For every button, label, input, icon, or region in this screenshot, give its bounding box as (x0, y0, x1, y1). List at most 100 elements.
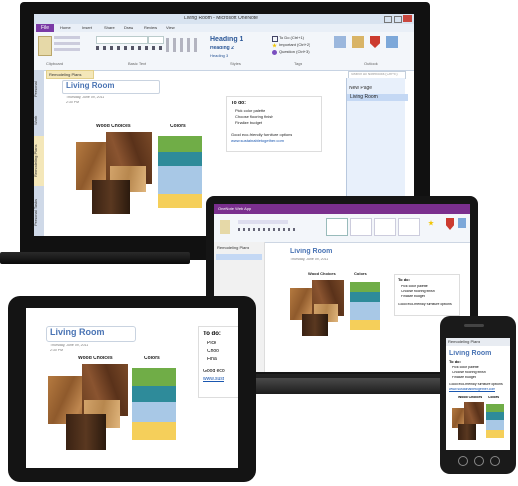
style-heading2[interactable]: Heading 2 (210, 46, 234, 51)
color-swatch-blue (158, 166, 202, 194)
maximize-icon[interactable] (394, 16, 402, 23)
todo-item[interactable]: Finalize budget (235, 121, 262, 125)
star-icon[interactable] (428, 220, 434, 226)
section-tab-remodeling[interactable]: Remodeling Plans (46, 70, 94, 79)
todo-note[interactable]: To do: Pick color palette Choose floorin… (394, 274, 460, 316)
back-button-icon[interactable] (458, 456, 468, 466)
search-icon[interactable] (490, 456, 500, 466)
wood-choices-label: Wood Choices (78, 356, 113, 361)
color-swatch-green (158, 136, 202, 152)
phone-onenote-view: Remodeling Plans Living Room To do: Pick… (446, 338, 510, 450)
outlook-tasks-icon[interactable] (370, 36, 380, 48)
phone-notebook-name[interactable]: Remodeling Plans (448, 340, 480, 344)
nav-remodeling-plans[interactable]: Remodeling Plans (34, 136, 44, 186)
tab-share[interactable]: Share (104, 26, 115, 30)
todo-item[interactable]: Choo (207, 349, 219, 354)
todo-item[interactable]: Choose flooring finish (235, 115, 273, 119)
tab-review[interactable]: Review (144, 26, 157, 30)
page-date: Thursday, June 09, 2011 (50, 344, 89, 347)
paste-icon[interactable] (220, 220, 230, 234)
nav-page-selected[interactable] (216, 254, 262, 260)
todo-item[interactable]: Fina (207, 357, 217, 362)
nav-work[interactable]: Work (34, 110, 44, 130)
style-heading2[interactable] (350, 218, 372, 236)
email-page-icon[interactable] (352, 36, 364, 48)
style-heading1[interactable]: Heading 1 (210, 36, 243, 43)
todo-item[interactable]: Pick (207, 341, 216, 346)
page-title[interactable]: Living Room (290, 248, 332, 255)
find-tags-icon[interactable] (334, 36, 346, 48)
style-normal[interactable] (398, 218, 420, 236)
colors-label: Colors (170, 124, 186, 129)
todo-item[interactable]: Pick color palette (235, 109, 265, 113)
style-heading3[interactable] (374, 218, 396, 236)
print-icon[interactable] (458, 218, 466, 228)
tag-todo[interactable]: To Do (Ctrl+1) (279, 36, 304, 40)
paste-icon[interactable] (38, 36, 52, 56)
wood-sample-image (66, 414, 106, 450)
colors-label: Colors (488, 396, 500, 399)
close-icon[interactable] (403, 15, 412, 22)
todo-link[interactable]: www.sustainabletogether.com (449, 388, 495, 392)
font-select[interactable] (96, 36, 148, 44)
minimize-icon[interactable] (384, 16, 392, 23)
page-title[interactable]: Living Room (66, 82, 114, 90)
todo-note-text: Good eco-friendly furniture options (449, 383, 503, 386)
monitor-stand (0, 252, 190, 264)
font-size-select[interactable] (148, 36, 164, 44)
formatting-buttons[interactable] (96, 46, 162, 50)
nav-notebook[interactable]: Remodeling Plans (217, 246, 249, 250)
tab-home[interactable]: Home (60, 26, 71, 30)
todo-item[interactable]: Finalize budget (401, 295, 425, 299)
notebook-nav: Personal Work Remodeling Plans Personal … (34, 70, 44, 236)
new-page-button[interactable]: New Page (349, 86, 372, 91)
question-icon (272, 50, 277, 55)
todo-item[interactable]: Choose flooring finish (452, 371, 486, 375)
tab-draw[interactable]: Draw (124, 26, 133, 30)
todo-item[interactable]: Pick color palette (401, 285, 428, 289)
nav-personal[interactable]: Personal (34, 76, 44, 102)
tab-file[interactable]: File (36, 24, 54, 32)
nav-personal-tasks[interactable]: Personal Tasks (34, 192, 44, 232)
todo-link[interactable]: www.sust (203, 377, 224, 382)
windows-start-icon[interactable] (474, 456, 484, 466)
wood-choices-label: Wood Choices (96, 124, 131, 129)
formatting-buttons[interactable] (238, 228, 298, 231)
style-heading3[interactable]: Heading 3 (210, 54, 228, 58)
colors-label: Colors (144, 356, 160, 361)
style-heading1[interactable] (326, 218, 348, 236)
meeting-details-icon[interactable] (386, 36, 398, 48)
copy-icon[interactable] (54, 42, 80, 45)
flag-icon[interactable] (446, 218, 454, 230)
colors-label: Colors (354, 272, 367, 276)
todo-item[interactable]: Pick color palette (452, 366, 479, 370)
list-buttons[interactable] (166, 38, 200, 52)
todo-link[interactable]: www.sustainabletogether.com (231, 139, 284, 143)
todo-note[interactable]: To do: Pick Choo Fina Good eco www.sust (198, 326, 238, 398)
tag-important[interactable]: Important (Ctrl+2) (279, 43, 310, 47)
cut-icon[interactable] (54, 36, 80, 39)
search-placeholder: Search All Notebooks (Ctrl+E) (351, 73, 398, 76)
tab-view[interactable]: View (166, 26, 175, 30)
format-painter-icon[interactable] (54, 48, 80, 51)
todo-note[interactable]: To do: Pick color palette Choose floorin… (226, 96, 322, 152)
tag-question[interactable]: Question (Ctrl+3) (279, 50, 310, 54)
wood-sample-image (302, 314, 328, 336)
phone-speaker (464, 324, 484, 327)
color-swatch-blue (350, 302, 380, 320)
tab-insert[interactable]: Insert (82, 26, 92, 30)
color-swatch-yellow (158, 194, 202, 208)
page-title[interactable]: Living Room (449, 350, 491, 357)
color-swatch-yellow (486, 430, 504, 438)
color-swatch-yellow (132, 422, 176, 440)
tablet-onenote-view: Living Room Thursday, June 09, 2011 2:30… (26, 308, 238, 468)
page-list-item[interactable]: Living Room (347, 94, 408, 101)
ribbon-tabs: Home Insert Share Draw Review View (34, 24, 414, 32)
todo-item[interactable]: Choose flooring finish (401, 290, 435, 294)
todo-item[interactable]: Finalize budget (452, 376, 476, 380)
color-swatch-teal (158, 152, 202, 166)
color-swatch-green (132, 368, 176, 386)
group-label-tags: Tags (294, 62, 303, 66)
page-title[interactable]: Living Room (50, 328, 105, 337)
font-select[interactable] (238, 220, 288, 224)
